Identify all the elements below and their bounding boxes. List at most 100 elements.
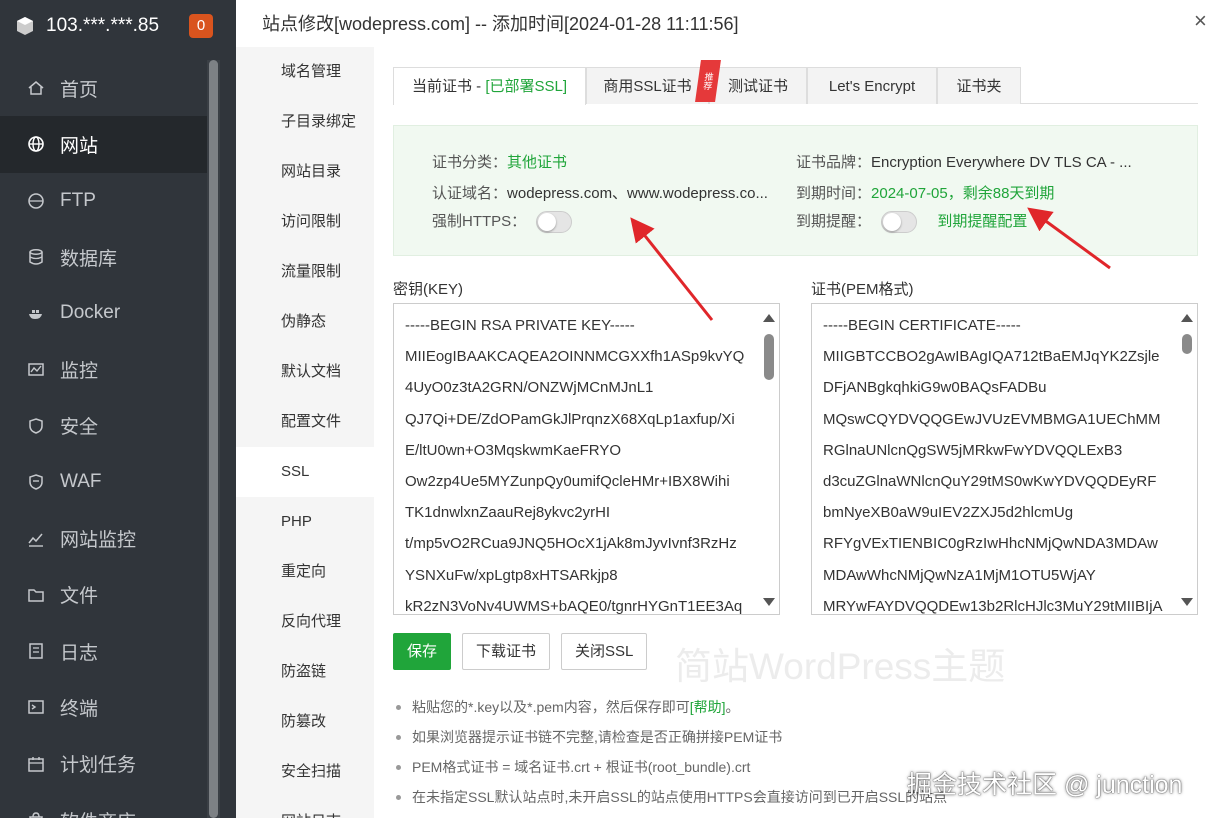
close-icon[interactable]: ×	[1194, 10, 1207, 32]
sidebar-item-shield[interactable]: 安全	[0, 398, 208, 454]
sidebar-item-calendar[interactable]: 计划任务	[0, 736, 208, 792]
tab-test-cert[interactable]: 测试证书	[709, 67, 807, 104]
cert-domains-value: wodepress.com、www.wodepress.co...	[507, 185, 768, 202]
globe-icon	[27, 135, 45, 153]
cert-scrollbar[interactable]	[1177, 304, 1197, 614]
subnav-item[interactable]: 默认文档	[236, 347, 374, 397]
tab-lets-encrypt[interactable]: Let's Encrypt	[807, 67, 937, 104]
terminal-icon	[27, 698, 45, 716]
cert-textarea[interactable]: -----BEGIN CERTIFICATE----- MIIGBTCCBO2gA…	[811, 303, 1198, 615]
cert-label: 证书(PEM格式)	[811, 281, 914, 298]
cert-expiry: 到期时间：2024-07-05，剩余88天到期	[796, 182, 1054, 203]
help-link[interactable]: [帮助]	[690, 699, 726, 715]
code-line: QJ7Qi+DE/ZdOPamGkJlPrqnzX68XqLp1axfup/Xi	[405, 410, 735, 428]
subnav-item[interactable]: 流量限制	[236, 247, 374, 297]
key-textarea[interactable]: -----BEGIN RSA PRIVATE KEY----- MIIEogIBA…	[393, 303, 780, 615]
force-https-label: 强制HTTPS：	[432, 213, 527, 230]
sidebar-item-database[interactable]: 数据库	[0, 229, 208, 285]
sidebar-item-ftp[interactable]: FTP	[0, 173, 208, 229]
tab-current-cert-status: [已部署SSL]	[485, 78, 568, 95]
sidebar-item-label: 安全	[60, 417, 99, 439]
waf-icon	[27, 473, 45, 491]
cert-category-label: 证书分类：	[432, 154, 508, 171]
force-https-toggle[interactable]	[536, 211, 573, 234]
subnav-item[interactable]: PHP	[236, 497, 374, 547]
cert-info-panel: 证书分类：其他证书 证书品牌：Encryption Everywhere DV …	[393, 125, 1198, 256]
subnav-item[interactable]: 重定向	[236, 547, 374, 597]
code-line: d3cuZGlnaWNlcnQuY29tMS0wKwYDVQQDEyRF	[823, 472, 1157, 490]
code-line: 4UyO0z3tA2GRN/ONZWjMCnMJnL1	[405, 379, 654, 397]
app-sidebar: 103.***.***.85 0 首页网站 FTP 数据库 Docker 监控安全 WAF…	[0, 0, 220, 818]
scroll-up-icon[interactable]	[763, 314, 775, 322]
notification-badge[interactable]: 0	[189, 14, 213, 38]
sidebar-item-label: WAF	[60, 471, 102, 493]
cert-category-value: 其他证书	[507, 154, 568, 171]
code-line: MQswCQYDVQQGEwJVUzEVMBMGA1UEChMM	[823, 410, 1161, 428]
expiry-remind-toggle[interactable]	[881, 211, 918, 234]
sidebar-item-home[interactable]: 首页	[0, 60, 208, 116]
site-monitor-icon	[27, 530, 45, 548]
tip1-text: 粘贴您的*.key以及*.pem内容，然后保存即可	[412, 699, 690, 715]
site-edit-modal: 站点修改[wodepress.com] -- 添加时间[2024-01-28 1…	[236, 0, 1215, 818]
sidebar-scrollbar-thumb[interactable]	[209, 60, 218, 818]
code-line: -----BEGIN CERTIFICATE-----	[823, 317, 1021, 334]
server-ip: 103.***.***.85	[46, 15, 160, 36]
tip-item: 在未指定SSL默认站点时,未开启SSL的站点使用HTTPS会直接访问到已开启SS…	[395, 782, 947, 812]
docker-icon	[27, 304, 45, 322]
sidebar-item-site-monitor[interactable]: 网站监控	[0, 510, 208, 566]
subnav-item[interactable]: 子目录绑定	[236, 97, 374, 147]
tips-list: 粘贴您的*.key以及*.pem内容，然后保存即可[帮助]。 如果浏览器提示证书…	[395, 692, 947, 812]
sidebar-item-label: 首页	[60, 79, 99, 101]
subnav-item[interactable]: 伪静态	[236, 297, 374, 347]
sidebar-item-folder[interactable]: 文件	[0, 567, 208, 623]
code-line: Ow2zp4Ue5MYZunpQy0umifQcleHMr+IBX8Wihi	[405, 472, 730, 490]
sidebar-item-monitor[interactable]: 监控	[0, 341, 208, 397]
modal-title: 站点修改[wodepress.com] -- 添加时间[2024-01-28 1…	[262, 14, 739, 34]
cert-scrollbar-thumb[interactable]	[1182, 334, 1192, 354]
cert-lines: -----BEGIN CERTIFICATE----- MIIGBTCCBO2gA…	[823, 310, 1175, 614]
scroll-down-icon[interactable]	[763, 598, 775, 606]
code-line: kR2zN3VoNv4UWMS+bAQE0/tgnrHYGnT1EE3Aq	[405, 597, 743, 615]
folder-icon	[27, 586, 45, 604]
subnav-item[interactable]: 网站目录	[236, 147, 374, 197]
tab-cert-folder[interactable]: 证书夹	[937, 67, 1021, 104]
sidebar-item-waf[interactable]: WAF	[0, 454, 208, 510]
subnav-item[interactable]: 网站日志	[236, 797, 374, 818]
subnav-item[interactable]: 配置文件	[236, 397, 374, 447]
subnav-item[interactable]: 防篡改	[236, 697, 374, 747]
sidebar-item-store[interactable]: 软件商店	[0, 792, 208, 818]
download-cert-button[interactable]: 下载证书	[462, 633, 551, 670]
scroll-up-icon[interactable]	[1181, 314, 1193, 322]
sidebar-item-log[interactable]: 日志	[0, 623, 208, 679]
ssl-tabs: 当前证书 - [已部署SSL] 商用SSL证书 测试证书 Let's Encry…	[393, 67, 1198, 105]
subnav-item[interactable]: 访问限制	[236, 197, 374, 247]
subnav-item[interactable]: 域名管理	[236, 47, 374, 97]
calendar-icon	[27, 755, 45, 773]
code-line: TK1dnwlxnZaauRej8ykvc2yrHI	[405, 504, 611, 522]
cert-expiry-value: 2024-07-05，剩余88天到期	[871, 185, 1055, 202]
store-icon	[27, 811, 45, 818]
save-button[interactable]: 保存	[393, 633, 452, 670]
sidebar-item-terminal[interactable]: 终端	[0, 679, 208, 735]
code-line: MIIEogIBAAKCAQEA2OINNMCGXXfh1ASp9kvYQ	[405, 348, 745, 366]
tab-current-cert[interactable]: 当前证书 - [已部署SSL]	[393, 67, 586, 105]
scroll-down-icon[interactable]	[1181, 598, 1193, 606]
subnav-item[interactable]: 安全扫描	[236, 747, 374, 797]
expiry-remind-config-link[interactable]: 到期提醒配置	[937, 213, 1027, 230]
sidebar-item-label: 监控	[60, 361, 99, 383]
app-nav: 首页网站 FTP 数据库 Docker 监控安全 WAF 网站监控文件日志终端计划任务软件商…	[0, 60, 208, 818]
close-ssl-button[interactable]: 关闭SSL	[561, 633, 648, 670]
tab-commercial-ssl[interactable]: 商用SSL证书	[586, 67, 709, 104]
key-scrollbar[interactable]	[759, 304, 779, 614]
ftp-icon	[27, 192, 45, 210]
code-line: DFjANBgkqhkiG9w0BAQsFADBu	[823, 379, 1047, 397]
key-scrollbar-thumb[interactable]	[764, 334, 774, 380]
sidebar-scrollbar[interactable]	[207, 60, 220, 818]
sidebar-item-docker[interactable]: Docker	[0, 285, 208, 341]
subnav-item[interactable]: 防盗链	[236, 647, 374, 697]
sidebar-item-globe[interactable]: 网站	[0, 116, 208, 173]
subnav-item[interactable]: 反向代理	[236, 597, 374, 647]
subnav-item[interactable]: SSL	[236, 447, 374, 497]
tip-item: PEM格式证书 = 域名证书.crt + 根证书(root_bundle).cr…	[395, 752, 947, 782]
database-icon	[27, 248, 45, 266]
